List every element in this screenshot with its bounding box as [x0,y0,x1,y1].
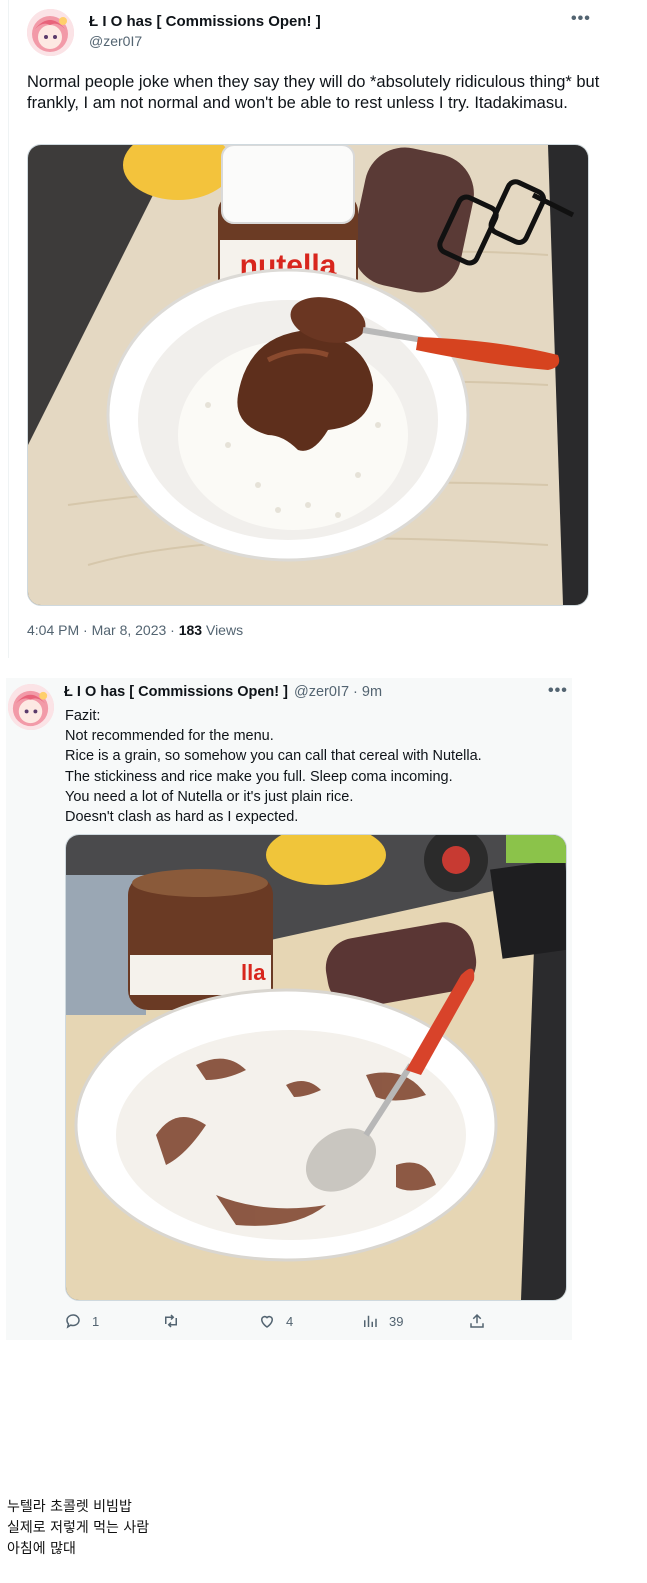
like-button[interactable]: 4 [258,1312,293,1330]
text-line: Doesn't clash as hard as I expected. [65,809,299,826]
like-count: 4 [286,1313,294,1329]
heart-icon [260,1315,274,1328]
avatar[interactable] [8,684,54,730]
views-count: 39 [389,1313,404,1329]
tweet-text: Fazit: Not recommended for the menu. Ric… [65,706,565,827]
tweet-meta: 4:04 PM · Mar 8, 2023 · 183 Views [27,622,243,638]
tweet-photo[interactable]: nutella [27,144,589,606]
views-count: 183 [178,622,203,638]
text-line: Rice is a grain, so somehow you can call… [65,748,482,765]
display-name[interactable]: Ł I O has [ Commissions Open! ] [64,684,288,700]
tweet-1: Ł I O has [ Commissions Open! ] @zer0I7 … [8,0,609,658]
caption-line: 아침에 많대 [7,1541,76,1557]
text-line: Not recommended for the menu. [65,728,274,745]
caption: 누텔라 초콜렛 비빔밥 실제로 저렇게 먹는 사람 아침에 많대 [7,1497,149,1560]
caption-line: 누텔라 초콜렛 비빔밥 [7,1499,132,1515]
handle-time[interactable]: @zer0I7 · 9m [294,684,382,700]
text-line: The stickiness and rice make you full. S… [65,768,453,785]
reply-count: 1 [92,1313,100,1329]
more-horizontal-icon[interactable]: ••• [571,10,591,28]
avatar[interactable] [27,9,74,56]
action-bar: 1 4 39 [64,1312,504,1332]
display-name[interactable]: Ł I O has [ Commissions Open! ] [89,13,321,30]
views-label: Views [202,622,244,638]
tweet-photo[interactable]: lla [65,834,567,1301]
caption-line: 실제로 저렇게 먹는 사람 [7,1520,150,1536]
retweet-button[interactable] [162,1312,190,1330]
retweet-icon [165,1314,177,1328]
views-icon [364,1315,377,1327]
reply-icon [66,1314,80,1329]
timestamp[interactable]: 4:04 PM · Mar 8, 2023 · [27,622,179,638]
views-button[interactable]: 39 [361,1312,403,1330]
jar-label: lla [241,960,266,985]
tweet-header: Ł I O has [ Commissions Open! ] @zer0I7 ·… [64,684,382,700]
tweet-2: Ł I O has [ Commissions Open! ] @zer0I7 ·… [6,678,572,1340]
share-icon [470,1313,484,1328]
text-line: Fazit: [65,708,101,724]
text-line: You need a lot of Nutella or it's just p… [65,788,354,805]
more-horizontal-icon[interactable]: ••• [548,682,568,700]
reply-button[interactable]: 1 [64,1312,99,1330]
share-button[interactable] [468,1312,496,1330]
handle[interactable]: @zer0I7 [89,33,142,49]
tweet-text: Normal people joke when they say they wi… [27,73,600,112]
